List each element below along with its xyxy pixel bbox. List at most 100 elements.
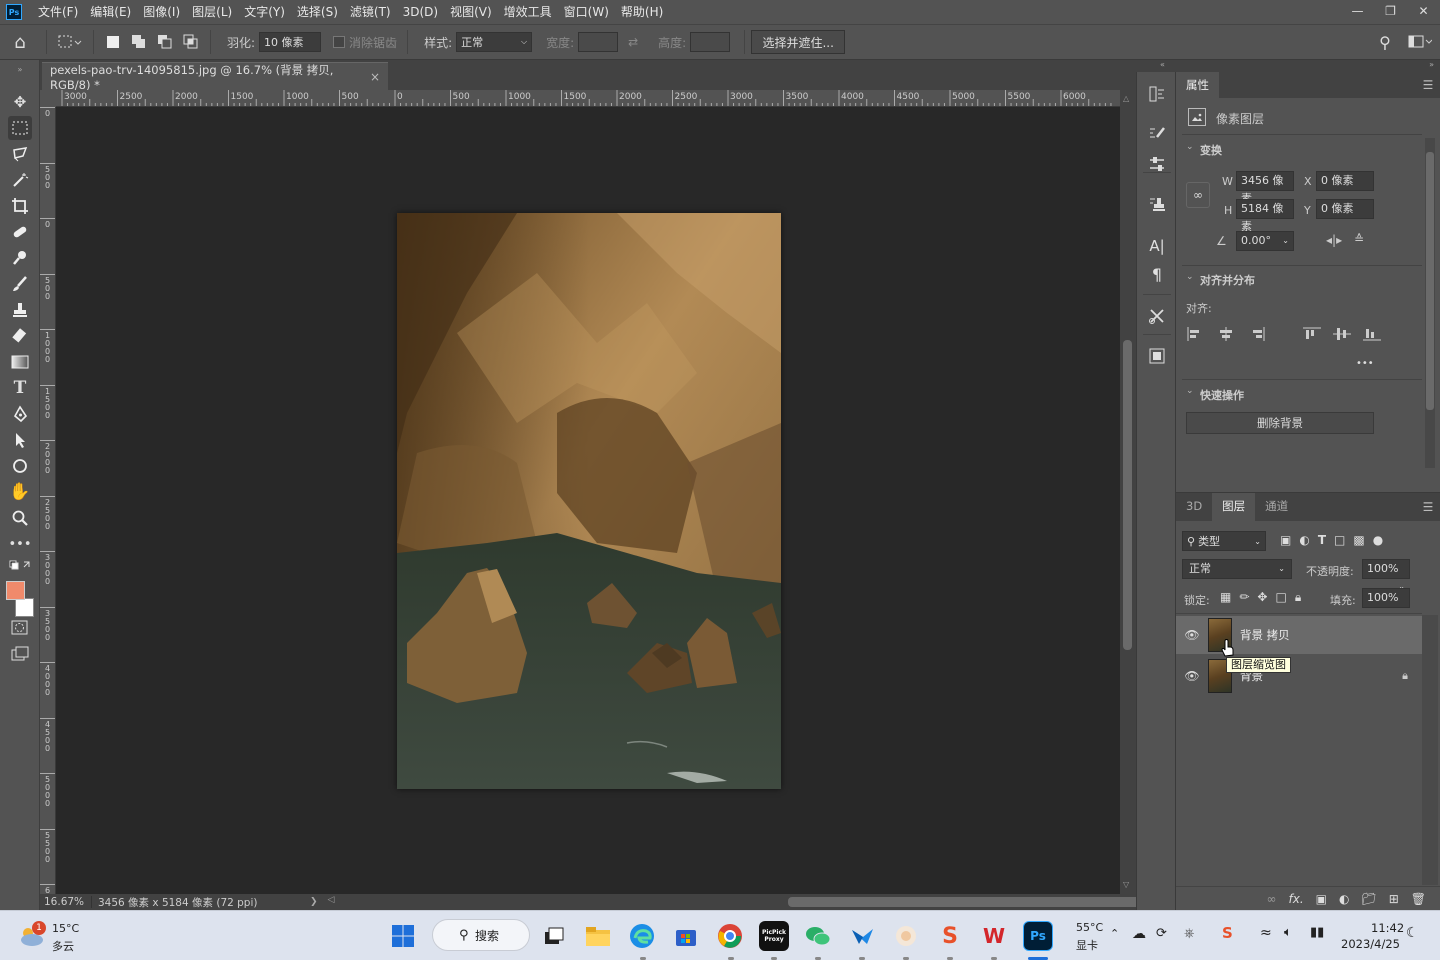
- collapse-left-icon[interactable]: «: [1160, 60, 1165, 69]
- feishu-icon[interactable]: [847, 921, 877, 951]
- filter-pixel-icon[interactable]: ▣: [1280, 533, 1291, 547]
- chevron-down-icon[interactable]: ⌄: [1282, 232, 1289, 250]
- y-field[interactable]: 0 像素: [1316, 199, 1374, 219]
- ruler-origin[interactable]: [40, 90, 56, 107]
- tab-properties[interactable]: 属性: [1176, 72, 1219, 98]
- quick-actions-title[interactable]: 快速操作: [1200, 387, 1244, 403]
- gradient-tool-icon[interactable]: [8, 350, 32, 374]
- vertical-scrollbar[interactable]: △ ▽: [1120, 90, 1136, 894]
- filter-toggle-icon[interactable]: ●: [1373, 533, 1383, 547]
- file-explorer-icon[interactable]: [583, 921, 613, 951]
- flip-vertical-icon[interactable]: ≙: [1354, 232, 1364, 246]
- picpick-proxy-icon[interactable]: PicPick Proxy: [759, 921, 789, 951]
- height-field[interactable]: 5184 像素: [1236, 199, 1294, 233]
- visibility-eye-icon[interactable]: 👁︎: [1176, 669, 1208, 683]
- clock-time[interactable]: 11:42: [1371, 921, 1404, 935]
- add-mask-icon[interactable]: ▣: [1316, 892, 1327, 906]
- layer-row-background[interactable]: 👁︎ 背景 🔒︎: [1176, 657, 1422, 695]
- filter-type-icon[interactable]: T: [1318, 533, 1326, 547]
- canvas-area[interactable]: [56, 107, 1120, 894]
- foreground-color-swatch[interactable]: [6, 581, 25, 600]
- volume-icon[interactable]: 🔈︎: [1284, 925, 1292, 940]
- properties-scrollbar[interactable]: [1425, 138, 1435, 468]
- type-tool-icon[interactable]: T: [8, 376, 32, 400]
- edge-browser-icon[interactable]: [627, 921, 657, 951]
- brush-settings-icon[interactable]: [1145, 122, 1169, 146]
- menu-window[interactable]: 窗口(W): [558, 0, 615, 24]
- restore-button[interactable]: ❐: [1374, 0, 1407, 22]
- scroll-down-icon[interactable]: ▽: [1123, 880, 1129, 889]
- lasso-tool-icon[interactable]: [8, 142, 32, 166]
- menu-image[interactable]: 图像(I): [137, 0, 186, 24]
- antialias-checkbox[interactable]: [333, 36, 346, 48]
- menu-layer[interactable]: 图层(L): [186, 0, 238, 24]
- notifications-moon-icon[interactable]: ☾: [1406, 925, 1419, 941]
- weather-desc[interactable]: 多云: [52, 938, 74, 954]
- scroll-left-icon[interactable]: ◁: [328, 895, 335, 905]
- chevron-down-icon[interactable]: ⌄: [1186, 386, 1194, 396]
- chevron-down-icon[interactable]: ⌄: [1186, 142, 1194, 152]
- home-icon[interactable]: ⌂: [0, 32, 40, 53]
- zoom-tool-icon[interactable]: [8, 506, 32, 530]
- eraser-tool-icon[interactable]: [8, 324, 32, 348]
- gpu-label[interactable]: 显卡: [1076, 937, 1098, 953]
- gpu-temp[interactable]: 55°C: [1076, 921, 1103, 934]
- filter-smart-object-icon[interactable]: ▩: [1353, 533, 1364, 547]
- menu-view[interactable]: 视图(V): [444, 0, 498, 24]
- width-field[interactable]: 3456 像素: [1236, 171, 1294, 205]
- style-select[interactable]: 正常 ⌵: [456, 32, 533, 52]
- brush-tool-icon[interactable]: [8, 272, 32, 296]
- onedrive-icon[interactable]: ☁: [1132, 926, 1146, 942]
- panel-menu-icon[interactable]: ☰: [1416, 72, 1440, 98]
- lock-transparent-icon[interactable]: ▦: [1220, 590, 1231, 605]
- align-left-icon[interactable]: [1186, 326, 1206, 342]
- blend-mode-select[interactable]: 正常 ⌄: [1182, 559, 1292, 579]
- menu-filter[interactable]: 滤镜(T): [344, 0, 397, 24]
- menu-type[interactable]: 文字(Y): [238, 0, 291, 24]
- paragraph-panel-icon[interactable]: ¶: [1145, 262, 1169, 286]
- chat-app-icon[interactable]: [891, 921, 921, 951]
- width-input[interactable]: [578, 32, 619, 52]
- stamp-tool-icon[interactable]: [8, 298, 32, 322]
- tab-3d[interactable]: 3D: [1176, 493, 1212, 521]
- select-and-mask-button[interactable]: 选择并遮住...: [751, 30, 846, 54]
- clone-source-icon[interactable]: [1145, 192, 1169, 216]
- horizontal-scroll-thumb[interactable]: [787, 897, 1160, 907]
- transform-section-title[interactable]: 变换: [1200, 142, 1222, 158]
- layer-lock-icon[interactable]: 🔒︎: [1402, 669, 1408, 683]
- visibility-eye-icon[interactable]: 👁︎: [1176, 628, 1208, 642]
- align-center-h-icon[interactable]: [1216, 326, 1236, 342]
- height-input[interactable]: [690, 32, 731, 52]
- microsoft-store-icon[interactable]: [671, 921, 701, 951]
- network-sync-icon[interactable]: ⟳: [1156, 926, 1167, 941]
- swap-icon[interactable]: ⇄: [618, 35, 648, 49]
- new-layer-icon[interactable]: ⊞: [1389, 892, 1399, 906]
- scroll-up-icon[interactable]: △: [1123, 94, 1129, 103]
- default-colors-icon[interactable]: [8, 558, 32, 572]
- layers-menu-icon[interactable]: ☰: [1416, 493, 1440, 521]
- history-panel-icon[interactable]: [1145, 82, 1169, 106]
- move-tool-icon[interactable]: ✥: [8, 90, 32, 114]
- magic-wand-tool-icon[interactable]: [8, 168, 32, 192]
- menu-file[interactable]: 文件(F): [32, 0, 84, 24]
- ime-icon[interactable]: ⎈: [1184, 926, 1194, 941]
- background-color-swatch[interactable]: [15, 598, 34, 617]
- add-selection-icon[interactable]: [126, 34, 152, 50]
- filter-adjustment-icon[interactable]: ◐: [1299, 533, 1309, 547]
- remove-background-button[interactable]: 删除背景: [1186, 412, 1374, 434]
- new-group-icon[interactable]: 📁︎: [1361, 892, 1376, 906]
- feather-input[interactable]: 10 像素: [259, 32, 322, 52]
- pen-tool-icon[interactable]: [8, 402, 32, 426]
- align-right-icon[interactable]: [1246, 326, 1266, 342]
- horizontal-ruler[interactable]: 3000 2500 2000 1500 1000 500 0 500 1000 1500 2000 2…: [56, 90, 1120, 107]
- clock-date[interactable]: 2023/4/25: [1341, 937, 1400, 951]
- document-image[interactable]: [397, 213, 781, 789]
- battery-icon[interactable]: ▮▮: [1310, 925, 1324, 940]
- document-tab[interactable]: pexels-pao-trv-14095815.jpg @ 16.7% (背景 …: [42, 62, 388, 92]
- lock-all-icon[interactable]: 🔒︎: [1295, 590, 1301, 605]
- lock-position-icon[interactable]: ✥: [1257, 590, 1267, 605]
- sogou-tray-icon[interactable]: S: [1222, 924, 1233, 942]
- tab-layers[interactable]: 图层: [1212, 493, 1256, 521]
- clone-stamp-tool-icon[interactable]: [8, 246, 32, 270]
- minimize-button[interactable]: —: [1341, 0, 1374, 22]
